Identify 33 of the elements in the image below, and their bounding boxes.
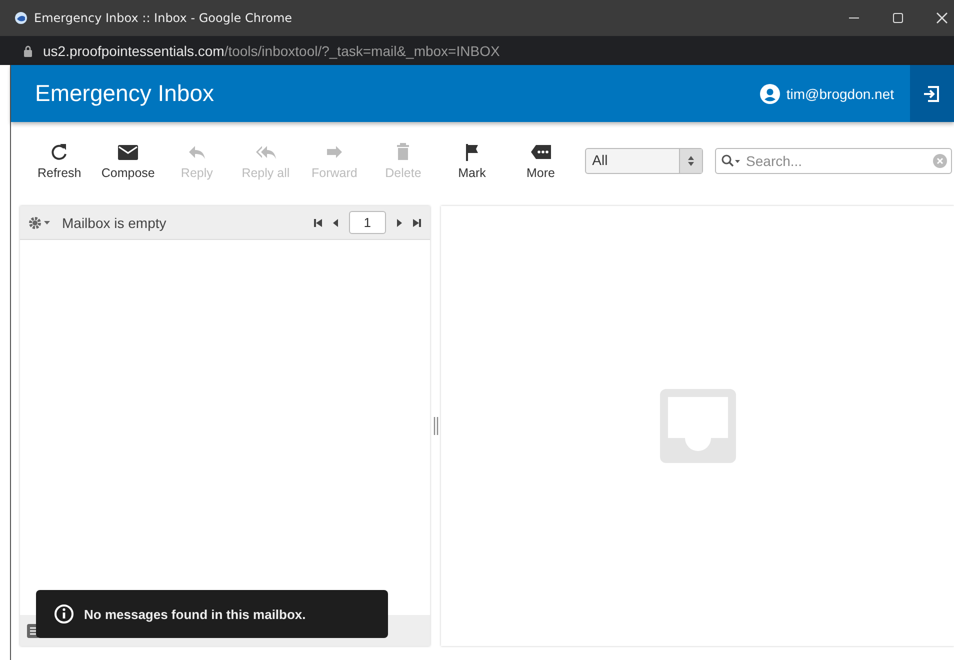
- compose-button[interactable]: Compose: [94, 142, 163, 180]
- user-email[interactable]: tim@brogdon.net: [786, 86, 894, 102]
- address-bar[interactable]: us2.proofpointessentials.com/tools/inboxtool/?_task=mail&_mbox=INBOX: [0, 36, 954, 65]
- app-title: Emergency Inbox: [35, 80, 214, 107]
- user-icon: [760, 84, 780, 104]
- url-host: us2.proofpointessentials.com: [43, 42, 224, 58]
- toast-message: No messages found in this mailbox.: [84, 606, 306, 622]
- logout-icon: [922, 84, 942, 104]
- maximize-icon[interactable]: [892, 12, 904, 24]
- mailbox-status: Mailbox is empty: [62, 214, 166, 230]
- mark-button[interactable]: Mark: [438, 142, 506, 180]
- compose-icon: [117, 142, 140, 162]
- more-button[interactable]: More: [506, 142, 576, 180]
- filter-dropdown[interactable]: All: [585, 148, 704, 174]
- globe-icon: [14, 11, 28, 25]
- refresh-button[interactable]: Refresh: [25, 142, 94, 180]
- more-icon: [530, 142, 552, 162]
- sort-arrows-icon: [687, 155, 696, 167]
- inbox-tray-icon: [660, 389, 736, 463]
- next-page-icon[interactable]: [394, 218, 404, 228]
- first-page-icon[interactable]: [312, 218, 323, 228]
- logout-button[interactable]: [910, 65, 954, 122]
- lock-icon: [23, 44, 33, 56]
- last-page-icon[interactable]: [412, 218, 422, 228]
- info-icon: [54, 604, 74, 624]
- url-path: /tools/inboxtool/?_task=mail&_mbox=INBOX: [224, 42, 500, 58]
- page-number-field[interactable]: 1: [348, 211, 386, 234]
- previous-page-icon[interactable]: [330, 218, 341, 228]
- window-title: Emergency Inbox :: Inbox - Google Chrome: [34, 11, 292, 25]
- close-icon[interactable]: [936, 12, 948, 24]
- resize-handle-icon[interactable]: [432, 417, 438, 435]
- gear-icon[interactable]: [28, 216, 52, 230]
- search-field[interactable]: Search...: [715, 148, 952, 174]
